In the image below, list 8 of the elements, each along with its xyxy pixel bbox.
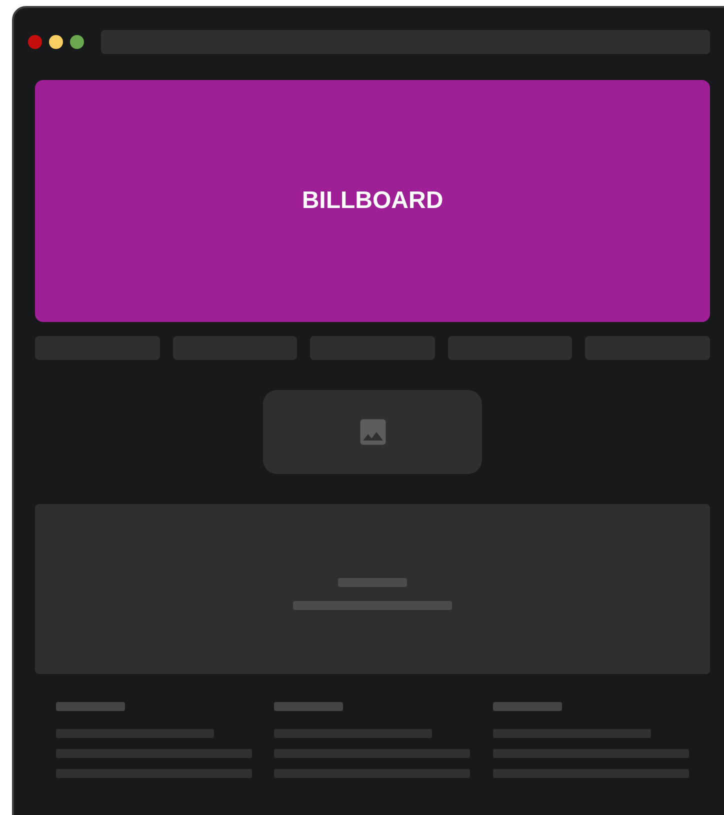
minimize-dot-icon[interactable] [49, 35, 63, 49]
maximize-dot-icon[interactable] [70, 35, 84, 49]
heading-placeholder [56, 702, 125, 711]
billboard-label: BILLBOARD [302, 187, 444, 215]
heading-placeholder [492, 702, 562, 711]
close-dot-icon[interactable] [28, 35, 42, 49]
text-placeholder [338, 578, 407, 587]
heading-placeholder [274, 702, 344, 711]
